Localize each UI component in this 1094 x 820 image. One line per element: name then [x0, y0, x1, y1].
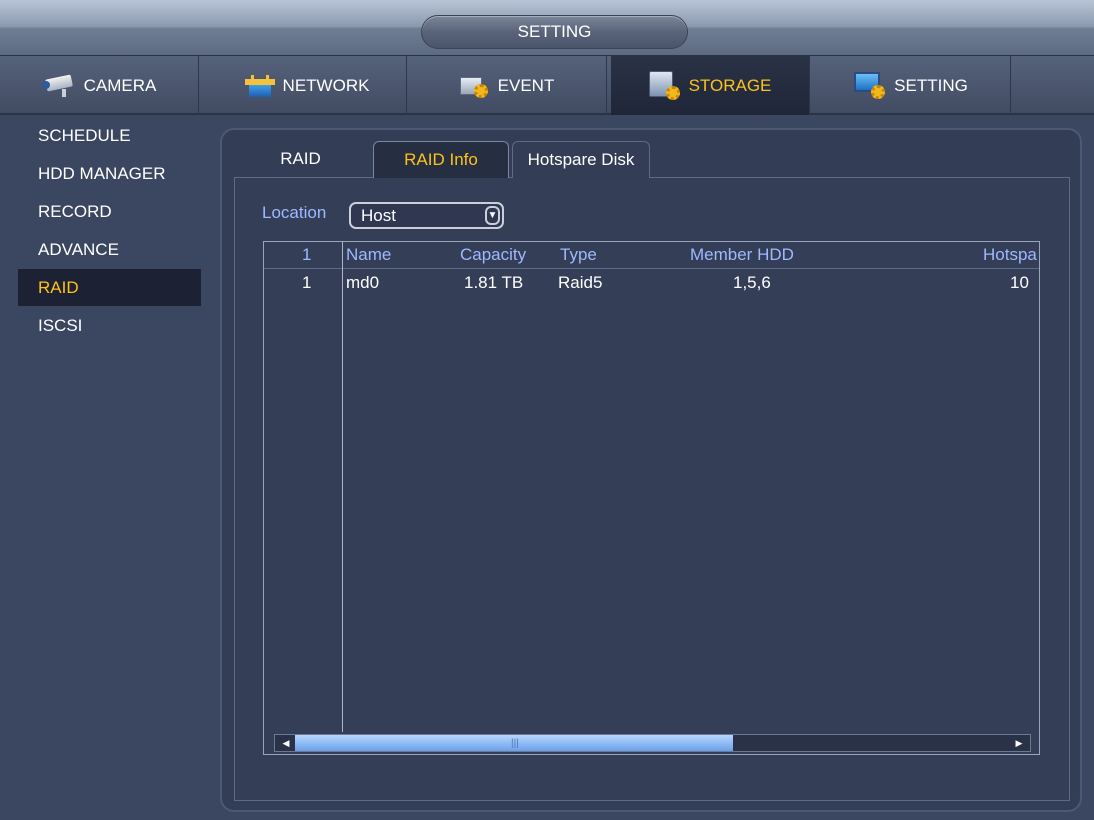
title-bar: SETTING [0, 0, 1094, 56]
col-header-member-hdd[interactable]: Member HDD [690, 245, 794, 265]
network-icon [244, 74, 275, 97]
header-divider [264, 268, 1039, 269]
tab-camera-label: CAMERA [83, 75, 157, 95]
location-value: Host [361, 206, 396, 225]
tab-hotspare-disk[interactable]: Hotspare Disk [512, 141, 650, 178]
col-header-index[interactable]: 1 [302, 245, 311, 265]
tab-raid-info[interactable]: RAID Info [373, 141, 509, 178]
row-member-hdd: 1,5,6 [733, 273, 771, 292]
tab-storage[interactable]: STORAGE [611, 56, 810, 115]
col-header-name[interactable]: Name [346, 245, 391, 265]
location-label: Location [262, 203, 327, 222]
tab-raid[interactable]: RAID [234, 141, 367, 178]
event-icon [459, 74, 490, 98]
sidebar-item-advance[interactable]: ADVANCE [18, 231, 201, 268]
column-divider [342, 242, 343, 732]
setting-icon [854, 71, 886, 100]
col-header-type[interactable]: Type [560, 245, 597, 265]
tab-event[interactable]: EVENT [408, 56, 607, 115]
tab-event-label: EVENT [497, 75, 555, 95]
horizontal-scrollbar[interactable]: ◀ ||| ▶ [274, 734, 1031, 752]
tab-network[interactable]: NETWORK [208, 56, 407, 115]
row-hotspare: 10 [1010, 273, 1029, 292]
row-type: Raid5 [558, 273, 603, 292]
location-select[interactable]: Host ▼ [349, 202, 504, 229]
scroll-left-icon[interactable]: ◀ [277, 735, 295, 751]
tab-setting-label: SETTING [894, 75, 968, 95]
raid-table: 1 Name Capacity Type Member HDD Hotspa 1… [263, 241, 1040, 755]
sidebar-item-hdd-manager[interactable]: HDD MANAGER [18, 155, 201, 192]
storage-icon [648, 70, 681, 101]
tab-setting[interactable]: SETTING [812, 56, 1011, 115]
row-name: md0 [346, 273, 380, 292]
window-title: SETTING [421, 15, 688, 49]
col-header-capacity[interactable]: Capacity [460, 245, 526, 265]
row-capacity: 1.81 TB [464, 273, 524, 292]
tab-network-label: NETWORK [282, 75, 370, 95]
tab-storage-label: STORAGE [688, 75, 772, 95]
grip-icon: ||| [511, 738, 519, 749]
sidebar-item-raid[interactable]: RAID [18, 269, 201, 306]
sidebar-item-record[interactable]: RECORD [18, 193, 201, 230]
col-header-hotspare[interactable]: Hotspa [983, 245, 1037, 265]
chevron-down-icon[interactable]: ▼ [485, 206, 500, 225]
sidebar-item-iscsi[interactable]: ISCSI [18, 307, 201, 344]
sidebar-item-schedule[interactable]: SCHEDULE [18, 117, 201, 154]
scroll-right-icon[interactable]: ▶ [1010, 735, 1028, 751]
tab-camera[interactable]: CAMERA [0, 56, 199, 115]
camera-icon [41, 73, 76, 97]
scrollbar-thumb[interactable]: ||| [295, 735, 733, 751]
row-index: 1 [302, 273, 312, 292]
main-tab-bar: CAMERA NETWORK EVENT STORAGE SETTING [0, 56, 1094, 115]
